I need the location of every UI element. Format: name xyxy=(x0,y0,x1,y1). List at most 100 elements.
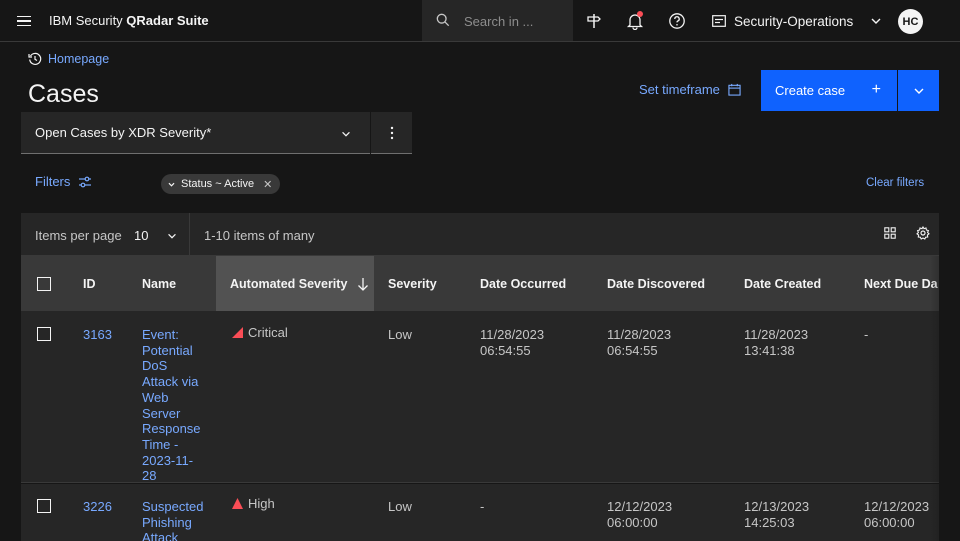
help-icon[interactable] xyxy=(661,5,693,37)
create-case-menu-button[interactable] xyxy=(898,70,939,111)
date-line: 12/13/2023 xyxy=(744,499,810,514)
date-line: 12/12/2023 xyxy=(864,499,930,514)
next-due-date-cell: 12/12/2023 06:00:00 xyxy=(864,499,929,530)
severity-cell: Low xyxy=(388,499,412,514)
set-timeframe-button[interactable]: Set timeframe xyxy=(639,82,741,97)
severity-cell: Low xyxy=(388,327,412,342)
case-name-line: Web xyxy=(142,389,169,405)
brand-prefix: IBM Security xyxy=(49,13,127,28)
date-line: 11/28/2023 xyxy=(480,327,545,342)
case-name-line: Time - xyxy=(142,436,179,452)
column-header-date-discovered[interactable]: Date Discovered xyxy=(607,256,705,311)
items-per-page-select[interactable]: 10 xyxy=(134,228,178,243)
breadcrumb[interactable]: Homepage xyxy=(28,52,109,66)
case-name-line: Potential xyxy=(142,342,193,358)
sliders-icon xyxy=(79,176,92,187)
case-name-link[interactable]: Event: Potential DoS Attack via Web Serv… xyxy=(142,327,202,484)
date-line: - xyxy=(480,499,485,514)
automated-severity-label: Critical xyxy=(248,325,288,340)
case-name-link[interactable]: Suspected Phishing Attack xyxy=(142,499,212,541)
notification-badge xyxy=(637,11,643,17)
column-header-name[interactable]: Name xyxy=(142,256,176,311)
date-occurred-cell: - xyxy=(480,499,484,515)
time-line: 06:00:00 xyxy=(607,514,658,530)
search-input[interactable] xyxy=(464,11,564,31)
time-line: 06:00:00 xyxy=(864,514,915,530)
view-selected-label: Open Cases by XDR Severity* xyxy=(35,125,212,140)
case-name-line: DoS xyxy=(142,358,168,374)
chevron-down-icon xyxy=(914,88,923,94)
date-line: 11/28/2023 xyxy=(744,327,809,342)
column-header-id[interactable]: ID xyxy=(83,256,96,311)
column-header-label: Automated Severity xyxy=(230,276,348,291)
settings-gear-icon[interactable] xyxy=(913,223,933,243)
time-line: 06:54:55 xyxy=(607,342,658,358)
row-checkbox[interactable] xyxy=(37,499,51,513)
chevron-down-icon xyxy=(168,233,177,239)
filters-button[interactable]: Filters xyxy=(35,174,92,189)
arrow-down-icon xyxy=(358,277,369,291)
column-header-severity[interactable]: Severity xyxy=(388,256,437,311)
select-all-checkbox[interactable] xyxy=(37,256,51,311)
date-line: 11/28/2023 xyxy=(607,327,672,342)
overflow-menu-icon xyxy=(390,126,393,139)
filters-label: Filters xyxy=(35,174,71,189)
global-search[interactable] xyxy=(422,0,573,42)
clear-filters-link[interactable]: Clear filters xyxy=(866,177,924,189)
date-created-cell: 12/13/2023 14:25:03 xyxy=(744,499,809,530)
automated-severity-cell: High xyxy=(232,496,275,512)
date-discovered-cell: 12/12/2023 06:00:00 xyxy=(607,499,672,530)
column-header-date-occurred[interactable]: Date Occurred xyxy=(480,256,566,311)
calendar-icon xyxy=(728,83,741,96)
pagination-range: 1-10 items of many xyxy=(204,228,315,243)
case-name-line: 2023-11- xyxy=(142,452,194,468)
column-header-date-created[interactable]: Date Created xyxy=(744,256,821,311)
case-name-line: Phishing xyxy=(142,514,192,530)
view-dropdown[interactable]: Open Cases by XDR Severity* xyxy=(21,112,370,154)
case-name-line: 28 xyxy=(142,468,157,484)
table-toolbar: Items per page 10 1-10 items of many xyxy=(21,213,939,256)
case-name-line: Suspected xyxy=(142,499,204,514)
column-header-automated-severity[interactable]: Automated Severity xyxy=(216,256,374,311)
workspace-icon xyxy=(712,15,726,27)
filter-tag-status[interactable]: Status ~ Active ✕ xyxy=(161,174,281,194)
table-body: 3163 Event: Potential DoS Attack via Web… xyxy=(21,311,939,541)
time-line: 14:25:03 xyxy=(744,514,795,530)
automated-severity-label: High xyxy=(248,496,275,511)
workspace-name: Security-Operations xyxy=(734,13,854,29)
column-header-next-due-date[interactable]: Next Due Da xyxy=(864,256,938,311)
next-due-date-cell: - xyxy=(864,327,868,343)
brand-bold: QRadar Suite xyxy=(126,13,209,28)
view-overflow-menu[interactable] xyxy=(371,112,412,154)
signpost-icon[interactable] xyxy=(578,5,610,37)
row-checkbox[interactable] xyxy=(37,327,51,341)
close-icon[interactable]: ✕ xyxy=(263,178,272,191)
date-line: 12/12/2023 xyxy=(607,499,673,514)
automated-severity-cell: Critical xyxy=(232,325,288,341)
grid-view-icon[interactable] xyxy=(880,223,900,243)
time-line: 06:54:55 xyxy=(480,342,531,358)
search-icon xyxy=(436,13,450,27)
product-name[interactable]: IBM Security QRadar Suite xyxy=(49,13,209,28)
breadcrumb-homepage[interactable]: Homepage xyxy=(48,52,109,66)
create-case-button[interactable]: Create case + xyxy=(761,70,897,111)
items-per-page-value: 10 xyxy=(134,228,149,243)
checkbox[interactable] xyxy=(37,276,51,291)
workspace-switcher[interactable]: Security-Operations xyxy=(712,0,883,42)
checkbox[interactable] xyxy=(37,499,51,513)
critical-severity-icon xyxy=(232,327,243,339)
date-created-cell: 11/28/2023 13:41:38 xyxy=(744,327,808,358)
history-icon xyxy=(28,52,42,65)
divider xyxy=(189,213,190,256)
table-row[interactable]: 3226 Suspected Phishing Attack High Low … xyxy=(21,484,939,541)
user-avatar[interactable]: HC xyxy=(898,9,923,34)
case-id-link[interactable]: 3163 xyxy=(83,327,112,343)
case-id-link[interactable]: 3226 xyxy=(83,499,112,515)
chevron-down-icon xyxy=(168,182,175,187)
timeframe-label: Set timeframe xyxy=(639,82,720,97)
time-line: 13:41:38 xyxy=(744,342,795,358)
table-row[interactable]: 3163 Event: Potential DoS Attack via Web… xyxy=(21,311,939,483)
hamburger-menu-icon[interactable] xyxy=(8,5,40,37)
checkbox[interactable] xyxy=(37,327,51,341)
notification-bell-icon[interactable] xyxy=(619,5,651,37)
